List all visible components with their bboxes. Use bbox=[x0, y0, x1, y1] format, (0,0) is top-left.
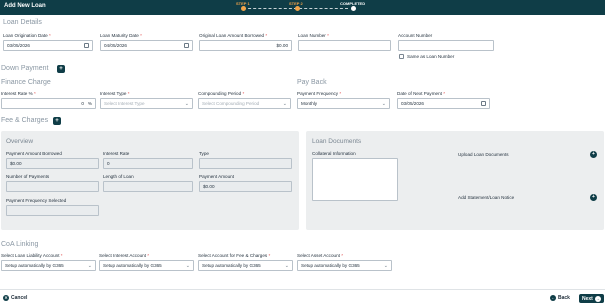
calendar-icon[interactable] bbox=[184, 43, 189, 48]
down-payment-heading: Down Payment bbox=[1, 65, 49, 72]
payment-frequency-selected-label: Payment Frequency Selected bbox=[6, 198, 67, 203]
calendar-icon[interactable] bbox=[481, 101, 486, 106]
step-completed-dot bbox=[351, 6, 356, 11]
pay-back-heading: Pay Back bbox=[297, 79, 327, 86]
add-down-payment-button[interactable]: + bbox=[57, 65, 65, 73]
back-label: Back bbox=[558, 295, 570, 301]
calendar-icon[interactable] bbox=[84, 43, 89, 48]
add-statement-button[interactable]: + bbox=[590, 194, 597, 201]
chevron-down-icon: ⌄ bbox=[284, 262, 289, 269]
fee-account-select[interactable]: Setup automatically by G365 ⌄ bbox=[198, 260, 293, 271]
overview-interest-rate-value: 0 bbox=[103, 158, 193, 169]
chevron-down-icon: ⌄ bbox=[87, 262, 92, 269]
loan-liability-account-label: Select Loan Liability Account * bbox=[1, 253, 63, 258]
interest-rate-input[interactable]: 0% bbox=[1, 98, 96, 109]
payment-frequency-label: Payment Frequency * bbox=[297, 91, 342, 96]
arrow-left-icon: ← bbox=[550, 295, 556, 301]
same-as-loan-number-label: Same as Loan Number bbox=[407, 54, 455, 59]
loan-documents-title: Loan Documents bbox=[312, 138, 362, 145]
overview-title: Overview bbox=[6, 138, 34, 145]
payment-frequency-select[interactable]: Monthly ⌄ bbox=[297, 98, 390, 109]
cancel-label: Cancel bbox=[11, 295, 28, 301]
payment-amount-borrowed-label: Payment Amount Borrowed bbox=[6, 151, 62, 156]
same-as-loan-number-checkbox[interactable] bbox=[399, 54, 404, 59]
original-amount-label: Original Loan Amount Borrowed * bbox=[199, 33, 268, 38]
compounding-period-select[interactable]: Select Compounding Period ⌄ bbox=[198, 98, 291, 109]
next-button[interactable]: Next → bbox=[579, 294, 604, 303]
payment-amount-value: $0.00 bbox=[199, 181, 292, 192]
finance-charge-heading: Finance Charge bbox=[1, 79, 51, 86]
interest-account-label: Select Interest Account * bbox=[99, 253, 150, 258]
origination-date-label: Loan Origination Date * bbox=[3, 33, 51, 38]
step-1-dot bbox=[241, 6, 246, 11]
overview-type-value bbox=[199, 158, 292, 169]
step-2-dot bbox=[295, 6, 300, 11]
add-statement-label: Add Statement/Loan Notice bbox=[458, 195, 515, 200]
asset-account-label: Select Asset Account * bbox=[297, 253, 343, 258]
chevron-down-icon: ⌄ bbox=[381, 100, 386, 107]
length-of-loan-label: Length of Loan bbox=[103, 174, 134, 179]
add-fee-charges-button[interactable]: + bbox=[53, 117, 61, 125]
coa-linking-heading: CoA Linking bbox=[1, 241, 39, 248]
maturity-date-field[interactable]: 04/05/2026 bbox=[100, 40, 193, 51]
next-label: Next bbox=[582, 295, 593, 302]
overview-type-label: Type bbox=[199, 151, 209, 156]
upload-loan-documents-button[interactable]: + bbox=[590, 151, 597, 158]
number-of-payments-value bbox=[6, 181, 99, 192]
origination-date-field[interactable]: 03/05/2026 bbox=[3, 40, 93, 51]
footer-divider bbox=[0, 289, 605, 290]
arrow-right-icon: → bbox=[594, 295, 601, 302]
cancel-button[interactable]: ✕ Cancel bbox=[3, 295, 27, 301]
collateral-information-textarea[interactable] bbox=[312, 158, 398, 201]
interest-rate-label: Interest Rate % * bbox=[1, 91, 36, 96]
loan-details-heading: Loan Details bbox=[3, 19, 42, 26]
compounding-period-label: Compounding Period * bbox=[198, 91, 245, 96]
loan-number-input[interactable] bbox=[298, 40, 391, 51]
next-payment-date-label: Date of Next Payment * bbox=[397, 91, 446, 96]
fee-account-label: Select Account for Fee & Charges * bbox=[198, 253, 271, 258]
account-number-input[interactable] bbox=[398, 40, 494, 51]
back-button[interactable]: ← Back bbox=[550, 295, 570, 301]
chevron-down-icon: ⌄ bbox=[184, 100, 189, 107]
loan-number-label: Loan Number * bbox=[298, 33, 329, 38]
chevron-down-icon: ⌄ bbox=[282, 100, 287, 107]
upload-loan-documents-label: Upload Loan Documents bbox=[458, 152, 509, 157]
interest-type-select[interactable]: Select Interest Type ⌄ bbox=[100, 98, 193, 109]
top-bar: Add New Loan STEP 1 STEP 2 COMPLETED bbox=[0, 0, 605, 15]
payment-amount-label: Payment Amount bbox=[199, 174, 234, 179]
interest-account-select[interactable]: Setup automatically by G365 ⌄ bbox=[99, 260, 194, 271]
number-of-payments-label: Number of Payments bbox=[6, 174, 50, 179]
loan-liability-account-select[interactable]: Setup automatically by G365 ⌄ bbox=[1, 260, 96, 271]
account-number-label: Account Number bbox=[398, 33, 433, 38]
chevron-down-icon: ⌄ bbox=[185, 262, 190, 269]
page-title: Add New Loan bbox=[4, 3, 46, 9]
overview-interest-rate-label: Interest Rate bbox=[103, 151, 130, 156]
fee-charges-heading: Fee & Charges bbox=[1, 117, 49, 124]
next-payment-date-field[interactable]: 03/05/2026 bbox=[397, 98, 490, 109]
payment-frequency-selected-value bbox=[6, 205, 99, 216]
close-icon: ✕ bbox=[3, 295, 9, 301]
interest-type-label: Interest Type * bbox=[100, 91, 130, 96]
chevron-down-icon: ⌄ bbox=[383, 262, 388, 269]
asset-account-select[interactable]: Setup automatically by G365 ⌄ bbox=[297, 260, 392, 271]
length-of-loan-value bbox=[103, 181, 193, 192]
collateral-information-label: Collateral Information bbox=[312, 151, 356, 156]
original-amount-input[interactable]: $0.00 bbox=[199, 40, 292, 51]
payment-amount-borrowed-value: $0.00 bbox=[6, 158, 99, 169]
maturity-date-label: Loan Maturity Date * bbox=[100, 33, 142, 38]
